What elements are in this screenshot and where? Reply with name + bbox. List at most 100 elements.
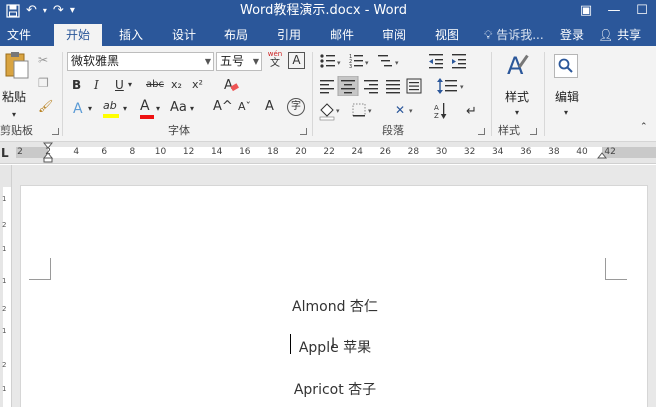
minimize-button[interactable]: — [600,0,628,22]
paragraph-launcher-icon[interactable] [478,128,485,135]
tab-selector[interactable]: L [1,146,9,160]
vertical-ruler-tick-label: 2 [2,361,7,369]
font-launcher-icon[interactable] [300,128,307,135]
highlight-dropdown-icon[interactable]: ▾ [123,100,127,118]
numbering-icon[interactable]: 1 2 3 ▾ [349,54,369,70]
document-page[interactable]: Almond 杏仁 Apple 苹果 Apricot 杏子 I [20,185,648,407]
chevron-down-icon[interactable]: ▼ [205,53,211,70]
tab-review[interactable]: 审阅 [373,24,415,46]
tell-me-box[interactable]: 💡︎ 告诉我... [484,24,544,46]
decrease-indent-icon[interactable] [429,54,443,69]
save-icon[interactable] [6,4,20,18]
share-button[interactable]: 👤︎ 共享 [598,24,641,46]
customize-qat-icon[interactable]: ▾ [70,0,75,22]
svg-text:▾: ▾ [337,59,341,67]
ruler-tick-label: 36 [520,147,532,157]
tab-insert[interactable]: 插入 [110,24,152,46]
multilevel-list-icon[interactable]: ▾ [378,55,399,67]
crop-mark-top-left [29,258,51,280]
tab-home[interactable]: 开始 [54,24,102,46]
tab-view[interactable]: 视图 [426,24,468,46]
chinese-layout-icon[interactable]: ✕ ▾ [395,103,413,117]
paste-icon[interactable] [4,50,30,80]
font-color-button[interactable]: A [140,97,154,119]
font-color-dropdown-icon[interactable]: ▾ [156,100,160,118]
bold-button[interactable]: B [72,76,81,94]
subscript-button[interactable]: x₂ [171,76,182,94]
text-caret [290,334,291,354]
indent-markers-icon[interactable] [43,142,53,164]
editing-dropdown-icon[interactable]: ▾ [564,104,568,122]
editing-button-label[interactable]: 编辑 [555,88,579,105]
ribbon-display-options-icon[interactable]: ▣ [572,0,600,22]
vertical-ruler-tick-label: 1 [2,195,7,203]
text-effects-dropdown-icon[interactable]: ▾ [88,100,92,118]
sort-icon[interactable]: A Z [434,103,447,120]
chevron-down-icon[interactable]: ▼ [253,53,259,70]
styles-button-label[interactable]: 样式 [505,88,529,105]
horizontal-ruler[interactable]: L 2 2 4 6 8 10 12 14 16 18 20 22 24 26 28 30 32 34 36 38 40 4… [0,142,656,164]
justify-icon[interactable] [386,80,400,94]
character-border-button[interactable]: A [288,52,305,69]
change-case-dropdown-icon[interactable]: ▾ [190,100,194,118]
underline-button[interactable]: U [115,76,124,94]
tab-references[interactable]: 引用 [268,24,310,46]
format-painter-icon[interactable]: 🖌︎ [38,97,53,115]
highlight-button[interactable]: ab [103,97,119,118]
undo-icon[interactable]: ↶ [26,0,37,22]
crop-mark-top-right [605,258,627,280]
text-effects-button[interactable]: A [73,100,83,118]
change-case-button[interactable]: Aa [170,99,187,117]
styles-icon[interactable]: A [506,52,532,80]
cut-icon[interactable]: ✂ [38,51,48,69]
editing-icon[interactable] [554,54,578,78]
increase-indent-icon[interactable] [452,54,466,69]
show-marks-icon[interactable]: ↵ [466,104,477,119]
styles-dropdown-icon[interactable]: ▾ [515,104,519,122]
ruler-tick-label: 22 [323,147,335,157]
tab-layout[interactable]: 布局 [215,24,257,46]
align-left-icon[interactable] [320,80,334,94]
login-button[interactable]: 登录 [560,24,584,46]
tab-file[interactable]: 文件 [0,24,38,46]
styles-launcher-icon[interactable] [530,128,537,135]
paragraph-row3: ▾ ▾ ✕ ▾ A Z ↵ [319,103,477,121]
list-buttons: ▾ 1 2 3 ▾ ▾ [320,54,399,70]
collapse-ribbon-icon[interactable]: ⌃ [640,118,648,136]
vertical-ruler[interactable]: 1 2 1 1 2 1 2 1 [0,165,12,407]
distributed-icon[interactable] [406,78,422,94]
tab-mailings[interactable]: 邮件 [321,24,363,46]
borders-icon[interactable]: ▾ [352,103,372,117]
tab-design[interactable]: 设计 [163,24,205,46]
paste-label[interactable]: 粘贴 [2,88,26,105]
clipboard-launcher-icon[interactable] [52,128,59,135]
paste-dropdown-icon[interactable]: ▾ [12,106,16,124]
group-divider [312,52,313,136]
document-line[interactable]: Almond 杏仁 [21,296,649,316]
shrink-font-button[interactable]: Aˇ [238,98,251,116]
undo-dropdown-icon[interactable]: ▾ [43,0,47,22]
title-bar: ↶ ▾ ↷ ▾ Word教程演示.docx - Word ▣ — ☐ [0,0,656,22]
svg-text:↵: ↵ [466,104,477,119]
strikethrough-button[interactable]: abc [146,76,164,94]
superscript-button[interactable]: x² [192,76,203,94]
clear-formatting-icon[interactable]: A [222,76,240,94]
font-name-combo[interactable]: 微软雅黑 ▼ [67,52,214,71]
underline-dropdown-icon[interactable]: ▾ [128,76,132,94]
align-right-icon[interactable] [364,80,378,94]
enclose-characters-button[interactable]: 字 [287,98,305,116]
grow-font-button[interactable]: A^ [213,98,233,116]
phonetic-a-button[interactable]: A [265,98,274,116]
right-indent-marker-icon[interactable] [597,152,607,162]
copy-icon[interactable]: ❐ [38,74,49,92]
redo-icon[interactable]: ↷ [53,0,64,22]
italic-button[interactable]: I [94,76,99,94]
line-spacing-icon[interactable]: ▾ [436,76,470,96]
font-size-combo[interactable]: 五号 ▼ [216,52,262,71]
phonetic-guide-button[interactable]: wén 文 [266,50,284,69]
indent-buttons [429,54,466,69]
maximize-button[interactable]: ☐ [628,0,656,22]
shading-icon[interactable]: ▾ [319,103,340,121]
bullets-icon[interactable]: ▾ [320,54,341,68]
document-line[interactable]: Apricot 杏子 [21,379,649,399]
